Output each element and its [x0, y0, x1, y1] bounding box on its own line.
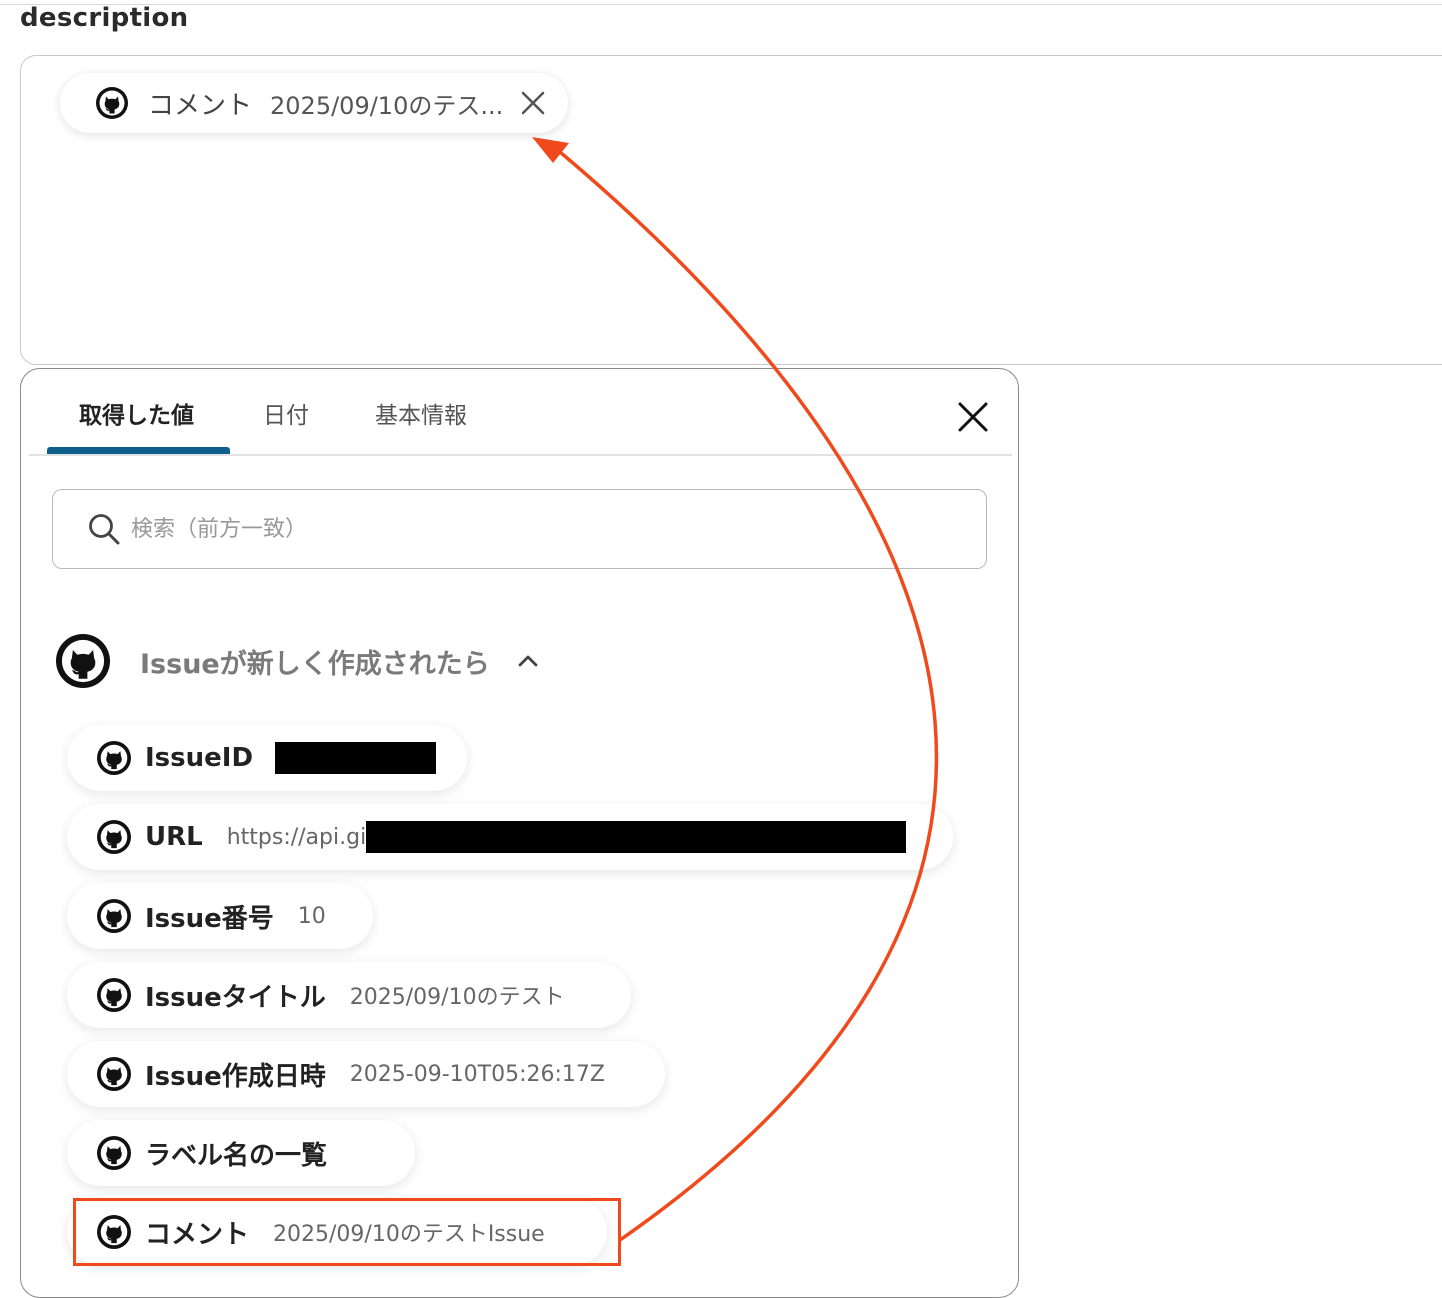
tab-divider [29, 454, 1012, 456]
item-label: Issue作成日時 [145, 1061, 326, 1092]
search-input[interactable] [129, 508, 953, 550]
item-value: 10 [297, 903, 326, 929]
tab-date[interactable]: 日付 [263, 399, 309, 433]
token-name: コメント [148, 90, 253, 121]
github-icon [97, 1057, 131, 1091]
redaction-bar [275, 742, 437, 774]
github-icon [56, 634, 110, 688]
group-title: Issueが新しく作成されたら [140, 648, 490, 680]
item-label: Issue番号 [145, 903, 274, 934]
item-value: 2025-09-10T05:26:17Z [349, 1061, 605, 1087]
github-icon [97, 899, 131, 933]
github-icon [96, 87, 128, 119]
value-picker-panel: 取得した値 日付 基本情報 Issueが新しく作成されたら IssueID UR [20, 368, 1019, 1298]
chevron-up-icon[interactable] [516, 649, 540, 673]
tab-retrieved-values[interactable]: 取得した値 [79, 399, 194, 433]
tab-basic-info[interactable]: 基本情報 [375, 399, 467, 433]
annotation-highlight-box [73, 1198, 621, 1266]
inserted-value-token[interactable]: コメント 2025/09/10のテス... [60, 73, 568, 133]
item-value: 2025/09/10のテスト [349, 985, 565, 1010]
list-item-label-names[interactable]: ラベル名の一覧 [67, 1120, 415, 1186]
token-value: 2025/09/10のテス... [270, 91, 504, 120]
github-icon [97, 978, 131, 1012]
active-tab-indicator [47, 447, 230, 454]
description-field-label: description [20, 3, 189, 33]
list-item-issue-title[interactable]: Issueタイトル 2025/09/10のテスト [67, 962, 631, 1028]
item-value: https://api.gi [226, 824, 367, 850]
remove-token-icon[interactable] [518, 88, 548, 118]
redaction-bar [366, 821, 907, 853]
item-label: URL [145, 822, 203, 852]
list-item-issue-id[interactable]: IssueID [67, 725, 467, 791]
list-item-url[interactable]: URL https://api.gi [67, 804, 953, 870]
item-label: ラベル名の一覧 [145, 1140, 328, 1171]
trigger-group-header[interactable]: Issueが新しく作成されたら [56, 631, 540, 691]
search-box [52, 489, 987, 569]
item-label: Issueタイトル [145, 982, 326, 1013]
github-icon [97, 741, 131, 775]
github-icon [97, 820, 131, 854]
close-panel-icon[interactable] [955, 399, 991, 435]
search-icon [89, 514, 120, 545]
item-label: IssueID [145, 743, 254, 773]
github-icon [97, 1136, 131, 1170]
list-item-issue-number[interactable]: Issue番号 10 [67, 883, 373, 949]
top-divider [0, 4, 1442, 5]
list-item-issue-created-at[interactable]: Issue作成日時 2025-09-10T05:26:17Z [67, 1041, 665, 1107]
